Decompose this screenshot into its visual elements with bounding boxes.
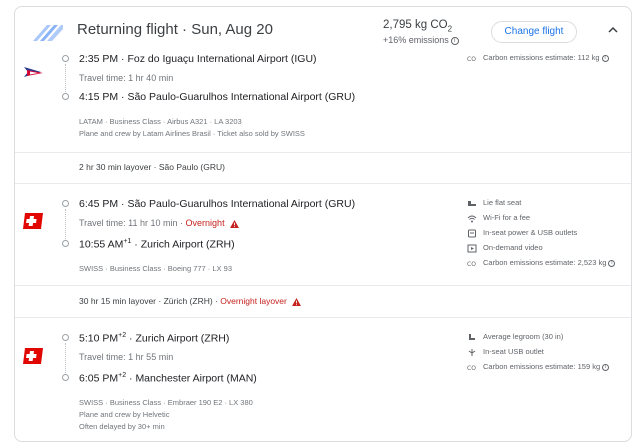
departure-row: 6:45 PM · São Paulo-Guarulhos Internatio… — [79, 198, 356, 210]
warning-icon — [230, 219, 240, 228]
arrival-row: 10:55 AM+1 · Zurich Airport (ZRH) — [79, 238, 235, 251]
route-line — [65, 343, 66, 373]
flight-details: LATAM · Business Class · Airbus A321 · L… — [79, 117, 242, 126]
change-flight-button[interactable]: Change flight — [491, 21, 577, 43]
arrival-dot — [62, 240, 69, 247]
divider — [15, 152, 631, 153]
divider — [15, 285, 631, 286]
amenity-wifi: Wi-Fi for a fee — [467, 213, 530, 223]
operator-details: Plane and crew by Helvetic — [79, 410, 170, 419]
amenity-usb: In-seat USB outlet — [467, 347, 544, 357]
latam-logo-icon — [24, 67, 43, 77]
amenity-co2: CO Carbon emissions estimate: 112 kg i — [467, 53, 609, 63]
amenity-legroom: Average legroom (30 in) — [467, 332, 563, 342]
info-icon[interactable]: i — [601, 54, 609, 62]
route-line — [65, 64, 66, 92]
arrival-row: 4:15 PM · São Paulo-Guarulhos Internatio… — [79, 91, 356, 103]
amenity-seat: Lie flat seat — [467, 198, 521, 208]
lie-flat-seat-icon — [468, 200, 476, 206]
video-icon — [467, 244, 477, 253]
svg-text:CO: CO — [467, 365, 476, 372]
amenity-power: In-seat power & USB outlets — [467, 228, 577, 238]
divider — [15, 183, 631, 184]
travel-time: Travel time: 1 hr 40 min — [79, 73, 174, 83]
layover-info: 2 hr 30 min layover · São Paulo (GRU) — [79, 162, 225, 172]
power-outlet-icon — [468, 229, 476, 238]
flight-details: SWISS · Business Class · Embraer 190 E2 … — [79, 398, 253, 407]
departure-dot — [62, 200, 69, 207]
chevron-up-icon[interactable] — [607, 24, 619, 36]
travel-time: Travel time: 1 hr 55 min — [79, 352, 174, 362]
svg-text:CO: CO — [467, 56, 476, 63]
emissions-delta: +16% emissions i — [383, 35, 459, 45]
arrival-row: 6:05 PM+2 · Manchester Airport (MAN) — [79, 372, 257, 385]
usb-icon — [468, 348, 476, 356]
co2-icon: CO — [467, 56, 476, 63]
departure-dot — [62, 55, 69, 62]
wifi-icon — [467, 215, 477, 223]
operator-details: Plane and crew by Latam Airlines Brasil … — [79, 129, 305, 138]
delay-warning: Often delayed by 30+ min — [79, 422, 165, 431]
departure-row: 2:35 PM · Foz do Iguaçu International Ai… — [79, 53, 317, 65]
amenity-video: On-demand video — [467, 243, 543, 253]
departure-row: 5:10 PM+2 · Zurich Airport (ZRH) — [79, 332, 230, 345]
overnight-warning: Overnight — [185, 218, 225, 228]
amenity-co2: CO Carbon emissions estimate: 2,523 kg i — [467, 258, 616, 268]
co2-total: 2,795 kg CO2 — [383, 19, 453, 34]
page-title: Returning flight · Sun, Aug 20 — [77, 21, 273, 38]
travel-time: Travel time: 11 hr 10 min · Overnight — [79, 218, 240, 228]
warning-icon — [292, 297, 302, 306]
co2-icon: CO — [467, 261, 476, 268]
co2-icon: CO — [467, 365, 476, 372]
layover-info: 30 hr 15 min layover · Zürich (ZRH) · Ov… — [79, 296, 302, 306]
arrival-dot — [62, 374, 69, 381]
overnight-layover-warning: Overnight layover — [220, 296, 287, 306]
swiss-logo-icon — [23, 213, 43, 229]
airline-stripes-icon — [33, 25, 63, 41]
route-line — [65, 209, 66, 239]
arrival-dot — [62, 93, 69, 100]
info-icon[interactable]: i — [450, 36, 459, 45]
amenity-co2: CO Carbon emissions estimate: 159 kg i — [467, 362, 610, 372]
svg-text:CO: CO — [467, 261, 476, 268]
legroom-icon — [469, 333, 475, 340]
info-icon[interactable]: i — [602, 363, 610, 371]
info-icon[interactable]: i — [608, 259, 616, 267]
departure-dot — [62, 334, 69, 341]
returning-flight-card: Returning flight · Sun, Aug 20 2,795 kg … — [14, 6, 632, 442]
swiss-logo-icon — [23, 348, 43, 364]
flight-details: SWISS · Business Class · Boeing 777 · LX… — [79, 264, 232, 273]
divider — [15, 317, 631, 318]
